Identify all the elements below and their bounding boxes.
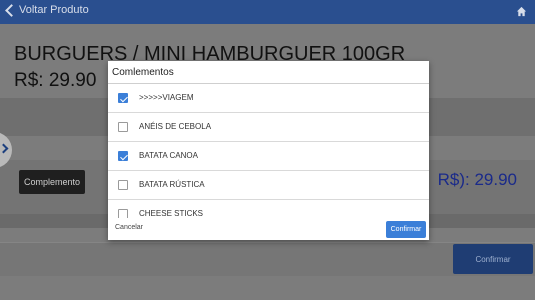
chevron-left-icon [5,3,18,17]
list-item[interactable]: BATATA RÚSTICA [108,171,429,200]
checkbox[interactable] [118,209,128,218]
confirm-button[interactable]: Confirmar [453,244,533,274]
option-label: BATATA RÚSTICA [139,180,205,189]
total-price: R$): 29.90 [437,170,517,189]
back-button[interactable]: Voltar Produto [4,3,89,17]
list-item[interactable]: >>>>>VIAGEM [108,84,429,113]
product-price: R$: 29.90 [14,70,97,91]
checkbox[interactable] [118,151,128,161]
option-label: ANÉIS DE CEBOLA [139,122,212,131]
dialog-confirm-button[interactable]: Confirmar [386,221,426,238]
chevron-right-icon [0,143,9,154]
option-label: BATATA CANOA [139,151,198,160]
list-item[interactable]: ANÉIS DE CEBOLA [108,113,429,142]
dialog-footer: Cancelar Confirmar [108,218,429,240]
complemento-button[interactable]: Complemento [19,170,85,194]
top-bar: Voltar Produto [0,0,535,24]
option-label: CHEESE STICKS [139,209,204,218]
checkbox[interactable] [118,122,128,132]
list-item[interactable]: CHEESE STICKS [108,200,429,218]
option-label: >>>>>VIAGEM [139,93,194,102]
options-list[interactable]: >>>>>VIAGEM ANÉIS DE CEBOLA BATATA CANOA… [108,84,429,218]
checkbox[interactable] [118,93,128,103]
complementos-dialog: Comlementos >>>>>VIAGEM ANÉIS DE CEBOLA … [108,61,429,240]
dialog-title: Comlementos [112,67,174,78]
back-label: Voltar Produto [19,4,89,16]
cancel-button[interactable]: Cancelar [115,224,143,231]
list-item[interactable]: BATATA CANOA [108,142,429,171]
checkbox[interactable] [118,180,128,190]
home-icon[interactable] [516,6,527,17]
